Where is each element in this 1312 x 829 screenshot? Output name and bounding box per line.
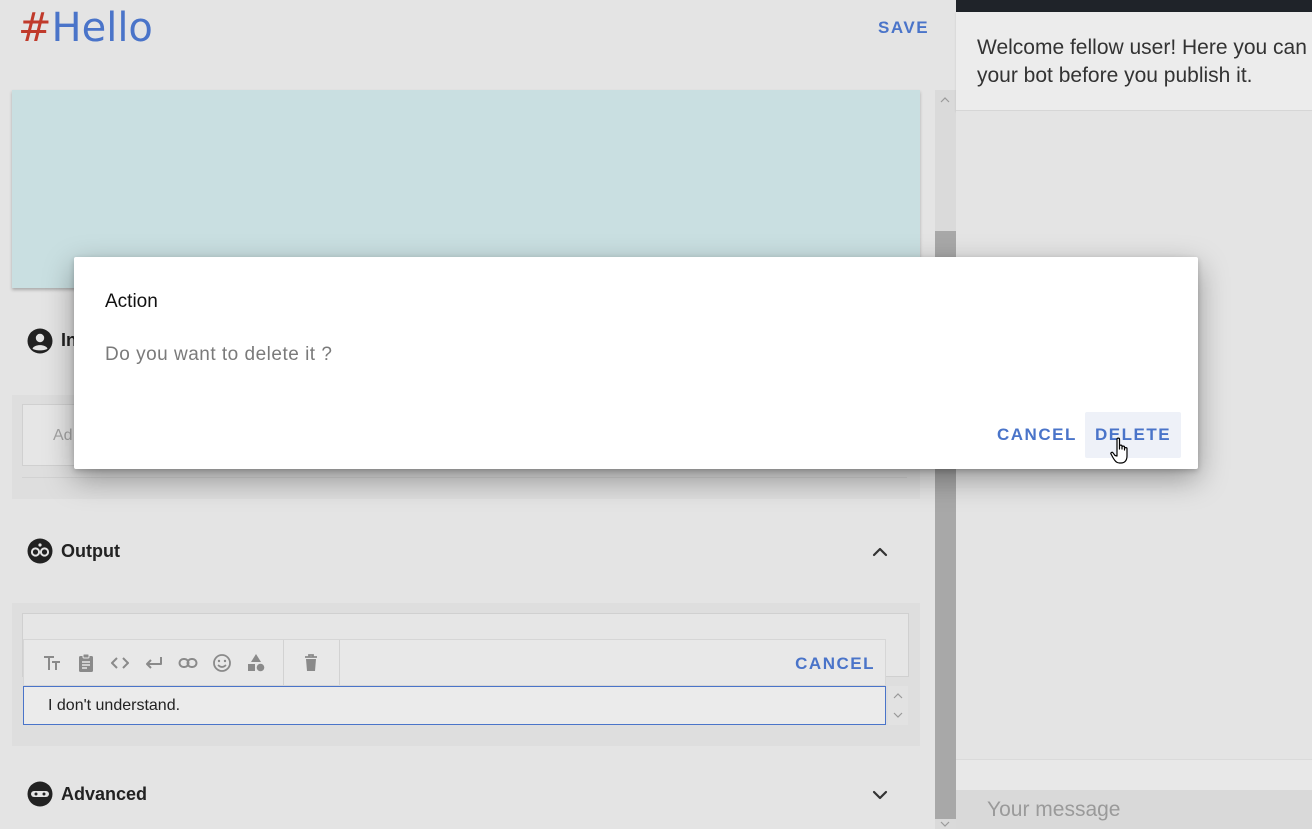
scroll-down-icon[interactable] bbox=[939, 820, 951, 828]
dialog-cancel-button[interactable]: CANCEL bbox=[987, 412, 1087, 458]
ninja-icon bbox=[27, 781, 53, 807]
shapes-icon[interactable] bbox=[246, 653, 266, 673]
confirm-dialog: Action Do you want to delete it ? CANCEL… bbox=[74, 257, 1198, 469]
output-bubble-icon bbox=[27, 538, 53, 564]
chevron-down-icon[interactable] bbox=[868, 783, 892, 807]
dialog-delete-button[interactable]: DELETE bbox=[1085, 412, 1182, 458]
save-button[interactable]: SAVE bbox=[862, 14, 945, 42]
arrow-down-icon[interactable] bbox=[892, 709, 904, 721]
trash-icon[interactable] bbox=[301, 653, 321, 673]
user-circle-icon bbox=[27, 328, 53, 354]
answer-toolbar: CANCEL bbox=[23, 639, 886, 686]
advanced-section-title: Advanced bbox=[61, 784, 148, 804]
chat-input-divider bbox=[956, 759, 1312, 790]
output-section-title: Output bbox=[61, 541, 120, 561]
toolbar-separator bbox=[339, 640, 340, 685]
chat-message-input[interactable] bbox=[956, 790, 1312, 829]
dialog-title: Action bbox=[105, 291, 158, 312]
return-icon[interactable] bbox=[144, 653, 164, 673]
dialog-message: Do you want to delete it ? bbox=[105, 344, 333, 365]
emoji-icon[interactable] bbox=[212, 653, 232, 673]
title-hash: # bbox=[18, 5, 52, 51]
chevron-up-icon[interactable] bbox=[868, 540, 892, 564]
toolbar-separator bbox=[283, 640, 284, 685]
arrow-up-icon[interactable] bbox=[892, 690, 904, 702]
code-icon[interactable] bbox=[110, 653, 130, 673]
welcome-message: Welcome fellow user! Here you can test y… bbox=[977, 36, 1312, 87]
link-icon[interactable] bbox=[178, 653, 198, 673]
toolbar-cancel-button[interactable]: CANCEL bbox=[795, 654, 875, 674]
answer-scroll-stepper[interactable] bbox=[888, 686, 908, 725]
page-title: #Hello bbox=[18, 4, 153, 52]
input-divider bbox=[22, 477, 907, 478]
clipboard-icon[interactable] bbox=[76, 653, 96, 673]
scroll-up-icon[interactable] bbox=[939, 94, 951, 106]
text-size-icon[interactable] bbox=[42, 653, 62, 673]
chat-topbar bbox=[956, 0, 1312, 12]
answer-text-field[interactable] bbox=[23, 686, 886, 725]
welcome-card: Welcome fellow user! Here you can test y… bbox=[956, 12, 1312, 111]
input-sentence-placeholder: Ad bbox=[53, 427, 73, 444]
title-text: Hello bbox=[51, 5, 153, 51]
